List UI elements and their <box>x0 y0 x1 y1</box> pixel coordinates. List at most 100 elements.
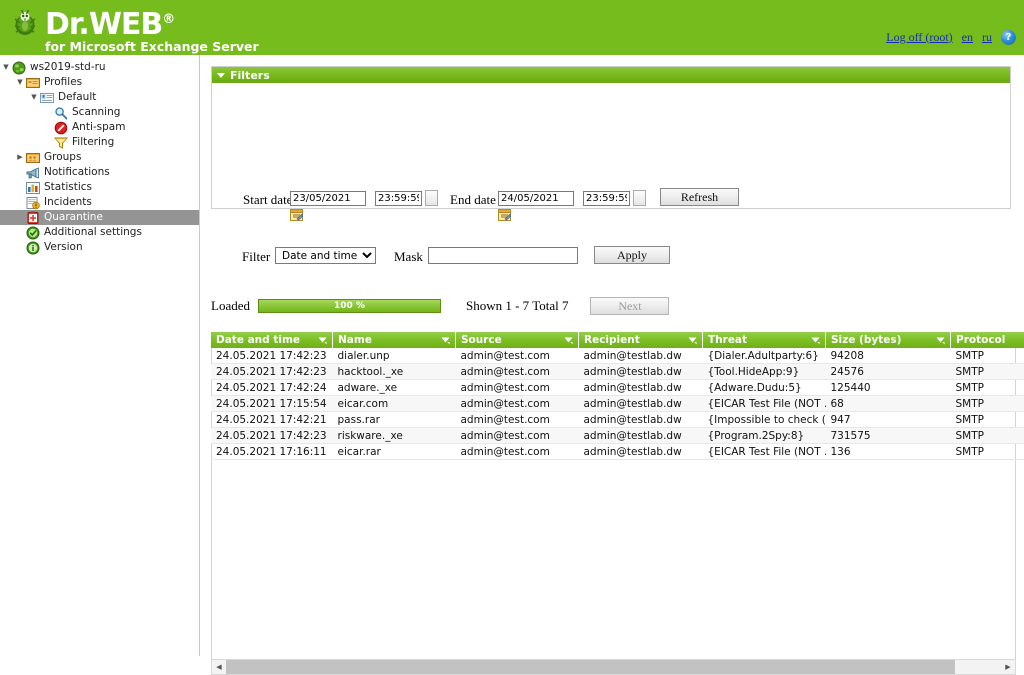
column-header-date-and-time[interactable]: Date and time <box>211 332 333 348</box>
sidebar-item-notifications[interactable]: Notifications <box>0 165 199 180</box>
table-row[interactable]: 24.05.2021 17:16:11eicar.raradmin@test.c… <box>211 444 1024 460</box>
sidebar-item-label: Groups <box>44 150 81 165</box>
table-cell-protocol: SMTP <box>951 380 1024 396</box>
table-cell-source: admin@test.com <box>456 428 579 444</box>
tree-spacer <box>14 165 26 180</box>
filters-panel-header[interactable]: Filters <box>212 67 1010 83</box>
table-cell-protocol: SMTP <box>951 364 1024 380</box>
mask-input[interactable] <box>428 247 578 264</box>
start-date-calendar-icon[interactable] <box>290 208 303 220</box>
table-cell-source: admin@test.com <box>456 348 579 364</box>
sidebar-item-default[interactable]: ▼Default <box>0 90 199 105</box>
sidebar-item-profiles[interactable]: ▼Profiles <box>0 75 199 90</box>
end-date-calendar-icon[interactable] <box>498 208 511 220</box>
sidebar-item-label: Additional settings <box>44 225 142 240</box>
sidebar-item-version[interactable]: Version <box>0 240 199 255</box>
table-cell-name: hacktool._xe <box>333 364 456 380</box>
quarantine-table-container: Date and timeNameSourceRecipientThreat Si… <box>211 333 1016 675</box>
table-row[interactable]: 24.05.2021 17:42:24adware._xeadmin@test.… <box>211 380 1024 396</box>
nav-tree: ▼ws2019-std-ru▼Profiles▼Default Scanning… <box>0 60 199 255</box>
table-cell-date-and-time: 24.05.2021 17:15:54 <box>211 396 333 412</box>
lang-en-link[interactable]: en <box>962 30 973 45</box>
table-row[interactable]: 24.05.2021 17:42:23dialer.unpadmin@test.… <box>211 348 1024 364</box>
scrollbar-thumb[interactable] <box>226 660 955 674</box>
collapse-chevron-icon[interactable]: ▼ <box>14 75 26 90</box>
sort-descending-icon[interactable] <box>688 336 697 345</box>
table-cell-recipient: admin@testlab.dw <box>579 364 703 380</box>
table-cell-source: admin@test.com <box>456 396 579 412</box>
sidebar-item-quarantine[interactable]: Quarantine <box>0 210 200 225</box>
start-date-picker-button[interactable] <box>425 190 438 206</box>
help-icon[interactable]: ? <box>1001 30 1016 45</box>
start-date-input[interactable] <box>290 191 366 206</box>
end-date-label: End date <box>450 192 496 208</box>
column-header-size-bytes-[interactable]: Size (bytes) <box>826 332 951 348</box>
end-date-input[interactable] <box>498 191 574 206</box>
sidebar-item-groups[interactable]: ▶ Groups <box>0 150 199 165</box>
folder-profiles-icon <box>26 76 40 90</box>
sort-descending-icon[interactable] <box>936 336 945 345</box>
table-cell-recipient: admin@testlab.dw <box>579 348 703 364</box>
server-globe-icon <box>12 61 26 75</box>
table-header-row: Date and timeNameSourceRecipientThreat Si… <box>211 332 1024 348</box>
scroll-right-arrow-icon[interactable]: ▶ <box>1001 660 1015 674</box>
table-cell-date-and-time: 24.05.2021 17:42:21 <box>211 412 333 428</box>
table-cell-size-bytes-: 24576 <box>826 364 951 380</box>
start-time-input[interactable] <box>375 191 422 206</box>
expand-chevron-icon[interactable]: ▶ <box>14 150 26 165</box>
column-header-source[interactable]: Source <box>456 332 579 348</box>
apply-button[interactable]: Apply <box>594 246 670 264</box>
sidebar-item-statistics[interactable]: Statistics <box>0 180 199 195</box>
end-date-picker-button[interactable] <box>633 190 646 206</box>
sidebar-item-ws2019-std-ru[interactable]: ▼ws2019-std-ru <box>0 60 199 75</box>
table-cell-name: pass.rar <box>333 412 456 428</box>
table-cell-threat: {EICAR Test File (NOT ... <box>703 396 826 412</box>
end-time-input[interactable] <box>583 191 630 206</box>
table-cell-name: dialer.unp <box>333 348 456 364</box>
mask-label: Mask <box>394 249 423 265</box>
table-cell-threat: {EICAR Test File (NOT ... <box>703 444 826 460</box>
sidebar-item-label: Notifications <box>44 165 110 180</box>
scrollbar-track[interactable] <box>226 660 1001 674</box>
column-header-protocol[interactable]: Protocol <box>951 332 1024 348</box>
scroll-left-arrow-icon[interactable]: ◀ <box>212 660 226 674</box>
sidebar-item-incidents[interactable]: Incidents <box>0 195 199 210</box>
lang-ru-link[interactable]: ru <box>982 30 992 45</box>
sidebar-item-additional-settings[interactable]: Additional settings <box>0 225 199 240</box>
filter-select[interactable]: Date and timeNameSourceRecipientThreatSi… <box>275 247 376 264</box>
sidebar-item-scanning[interactable]: Scanning <box>0 105 199 120</box>
collapse-chevron-icon[interactable]: ▼ <box>28 90 40 105</box>
table-cell-recipient: admin@testlab.dw <box>579 444 703 460</box>
sidebar-item-anti-spam[interactable]: Anti-spam <box>0 120 199 135</box>
column-header-threat[interactable]: Threat <box>703 332 826 348</box>
horizontal-scrollbar[interactable]: ◀ ▶ <box>211 659 1016 675</box>
next-page-button[interactable]: Next <box>590 297 669 315</box>
table-row[interactable]: 24.05.2021 17:15:54eicar.comadmin@test.c… <box>211 396 1024 412</box>
sort-descending-icon[interactable] <box>318 336 327 345</box>
tree-spacer <box>14 240 26 255</box>
table-cell-date-and-time: 24.05.2021 17:16:11 <box>211 444 333 460</box>
tree-spacer <box>14 180 26 195</box>
sidebar-item-label: Version <box>44 240 83 255</box>
table-row[interactable]: 24.05.2021 17:42:21pass.raradmin@test.co… <box>211 412 1024 428</box>
logoff-link[interactable]: Log off (root) <box>886 30 952 45</box>
column-header-label: Size (bytes) <box>831 334 901 346</box>
table-cell-size-bytes-: 68 <box>826 396 951 412</box>
table-body: 24.05.2021 17:42:23dialer.unpadmin@test.… <box>211 348 1024 460</box>
sidebar-item-filtering[interactable]: Filtering <box>0 135 199 150</box>
table-cell-recipient: admin@testlab.dw <box>579 412 703 428</box>
table-cell-size-bytes-: 136 <box>826 444 951 460</box>
sort-descending-icon[interactable] <box>441 336 450 345</box>
sidebar-item-label: Filtering <box>72 135 114 150</box>
table-row[interactable]: 24.05.2021 17:42:23hacktool._xeadmin@tes… <box>211 364 1024 380</box>
sort-descending-icon[interactable] <box>564 336 573 345</box>
column-header-name[interactable]: Name <box>333 332 456 348</box>
refresh-button[interactable]: Refresh <box>660 188 739 206</box>
collapse-chevron-icon[interactable] <box>217 73 225 78</box>
sort-descending-icon[interactable] <box>811 336 820 345</box>
table-cell-source: admin@test.com <box>456 364 579 380</box>
table-cell-size-bytes-: 94208 <box>826 348 951 364</box>
table-row[interactable]: 24.05.2021 17:42:23riskware._xeadmin@tes… <box>211 428 1024 444</box>
column-header-recipient[interactable]: Recipient <box>579 332 703 348</box>
collapse-chevron-icon[interactable]: ▼ <box>0 60 12 75</box>
